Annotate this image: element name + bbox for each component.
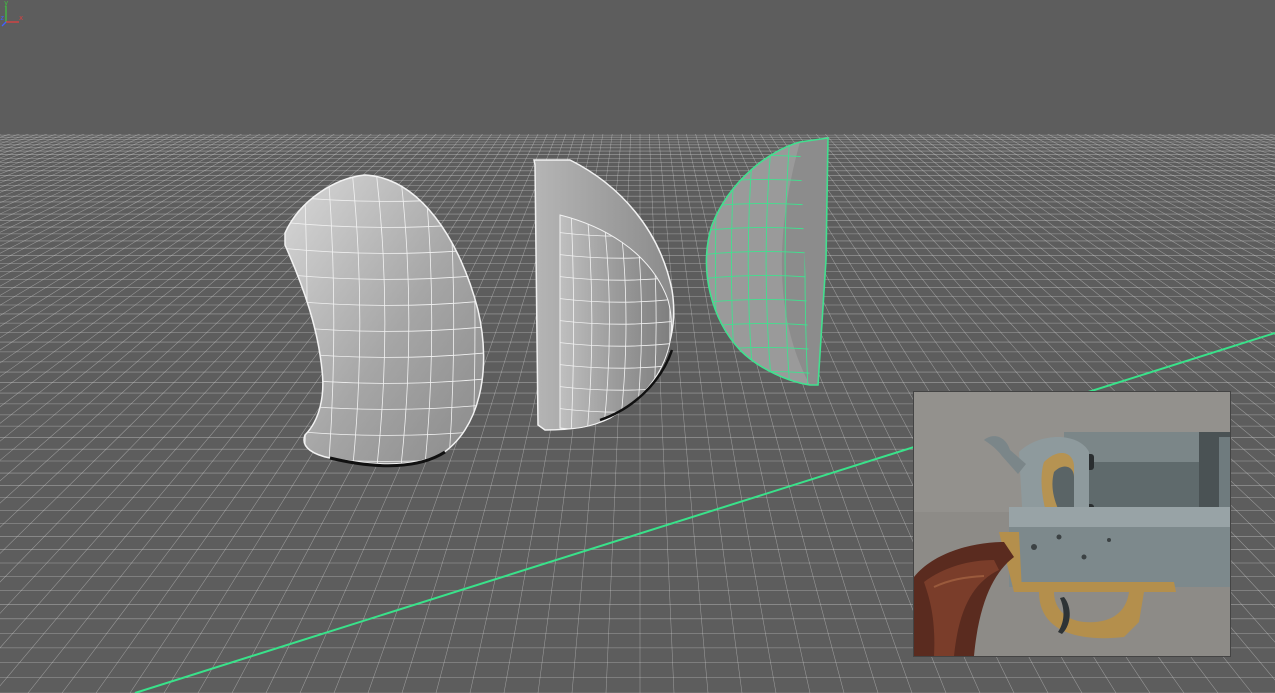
3d-viewport[interactable]: y x z [0,0,1275,693]
axis-x-label: x [19,14,23,22]
half-grip-mesh[interactable] [533,159,685,435]
axis-z-label: z [0,14,4,22]
reference-image-panel[interactable] [913,391,1231,657]
revolver-reference-photo [914,392,1230,656]
half-grip-selected-mesh[interactable] [700,131,830,390]
curved-grip-mesh[interactable] [280,170,495,475]
axis-y-label: y [4,0,8,7]
axis-orientation-gizmo: y x z [0,0,23,27]
